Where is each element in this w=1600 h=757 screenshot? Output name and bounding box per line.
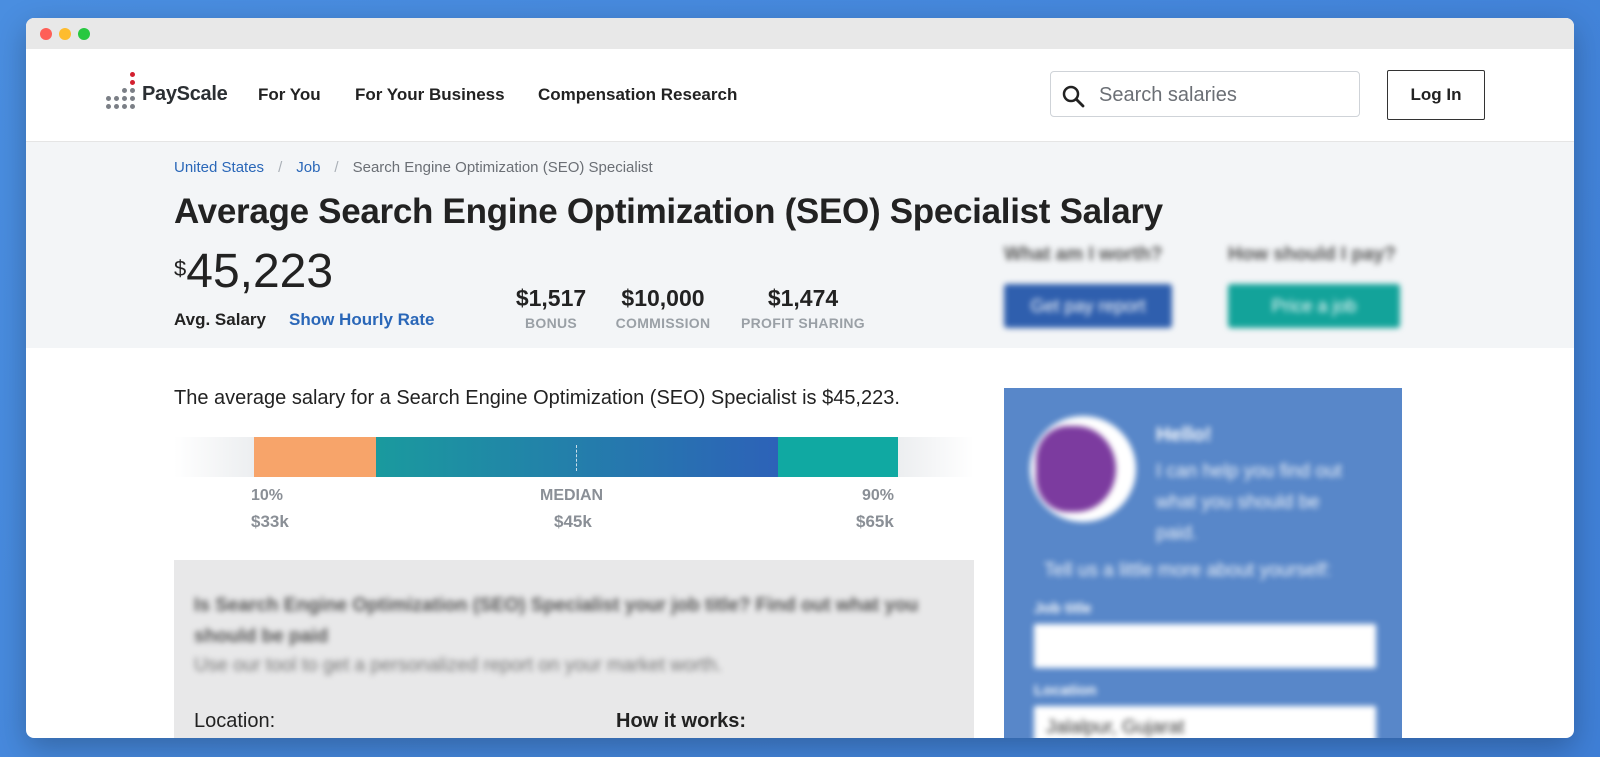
login-button[interactable]: Log In	[1387, 70, 1485, 120]
bar-segment-low	[254, 437, 376, 477]
location-field-label: Location	[1034, 682, 1097, 699]
show-hourly-rate-link[interactable]: Show Hourly Rate	[289, 310, 434, 330]
survey-subline: Use our tool to get a personalized repor…	[194, 655, 723, 676]
commission-value: $10,000	[621, 285, 705, 311]
price-a-job-button[interactable]: Price a job	[1228, 284, 1400, 328]
browser-window: PayScale For You For Your Business Compe…	[26, 18, 1574, 738]
salary-currency: $	[174, 256, 187, 281]
cta-panel-blurred: What am I worth? How should I pay? Get p…	[1004, 142, 1424, 348]
title-bar	[26, 18, 1574, 49]
profit-sharing-label: PROFIT SHARING	[741, 315, 865, 331]
breadcrumb-current: Search Engine Optimization (SEO) Special…	[352, 159, 653, 176]
median-value: $45k	[554, 512, 592, 531]
bonus-value: $1,517	[515, 285, 587, 311]
profit-sharing-value: $1,474	[767, 285, 839, 311]
commission-label: COMMISSION	[615, 315, 711, 331]
bar-fade-right	[898, 437, 974, 477]
assistant-avatar	[1030, 416, 1136, 522]
nav-compensation-research[interactable]: Compensation Research	[538, 85, 737, 105]
salary-amount: 45,223	[186, 245, 334, 298]
cta-question-worth: What am I worth?	[1004, 244, 1163, 265]
average-salary: $45,223	[174, 244, 333, 299]
search-input[interactable]	[1097, 72, 1351, 118]
assistant-card-blurred: Hello! I can help you find out what you …	[1004, 388, 1402, 738]
survey-card: Is Search Engine Optimization (SEO) Spec…	[174, 560, 974, 738]
p90-label: 90%	[862, 487, 895, 504]
commission-stat: $10,000 COMMISSION	[608, 285, 718, 331]
assistant-message: I can help you find out what you should …	[1156, 461, 1342, 544]
median-marker	[576, 445, 577, 471]
bar-fade-left	[174, 437, 254, 477]
breadcrumb-separator: /	[278, 159, 283, 176]
breadcrumb-separator: /	[334, 159, 339, 176]
breadcrumb-united-states[interactable]: United States	[174, 159, 264, 176]
breadcrumb: United States / Job / Search Engine Opti…	[174, 159, 653, 176]
salary-distribution-bar	[174, 437, 974, 477]
survey-headline: Is Search Engine Optimization (SEO) Spec…	[194, 595, 919, 647]
assistant-avatar-image	[1036, 426, 1116, 512]
nav-for-you[interactable]: For You	[258, 85, 321, 105]
assistant-card: Hello! I can help you find out what you …	[1004, 388, 1402, 738]
assistant-greeting: Hello!	[1156, 424, 1212, 446]
job-title-label: Job title	[1034, 600, 1092, 617]
nav-for-your-business[interactable]: For Your Business	[355, 85, 505, 105]
location-input[interactable]: Jalalpur, Gujarat	[1034, 706, 1376, 738]
salary-summary: The average salary for a Search Engine O…	[174, 387, 900, 409]
get-pay-report-button[interactable]: Get pay report	[1004, 284, 1172, 328]
p10-value: $33k	[251, 512, 289, 531]
assistant-prompt: Tell us a little more about yourself:	[1044, 560, 1332, 581]
search-box	[1050, 71, 1360, 118]
how-it-works-label: How it works:	[616, 710, 747, 732]
bonus-stat: $1,517 BONUS	[508, 285, 594, 331]
top-navigation: PayScale For You For Your Business Compe…	[26, 49, 1574, 142]
search-icon	[1062, 85, 1085, 108]
location-label: Location:	[194, 710, 276, 732]
bonus-label: BONUS	[524, 315, 578, 331]
avg-salary-label: Avg. Salary	[174, 310, 266, 329]
p10-label: 10%	[251, 487, 284, 504]
profit-sharing-stat: $1,474 PROFIT SHARING	[734, 285, 872, 331]
p90-value: $65k	[856, 512, 894, 531]
salary-hero: United States / Job / Search Engine Opti…	[26, 142, 1574, 348]
payscale-logo[interactable]: PayScale	[106, 70, 228, 112]
job-title-input[interactable]	[1034, 624, 1376, 668]
payscale-dots-icon	[106, 70, 138, 112]
bar-segment-middle	[376, 437, 778, 477]
minimize-window-button[interactable]	[59, 28, 71, 40]
close-window-button[interactable]	[40, 28, 52, 40]
maximize-window-button[interactable]	[78, 28, 90, 40]
brand-name: PayScale	[142, 83, 228, 105]
cta-question-pay: How should I pay?	[1228, 244, 1396, 265]
median-label: MEDIAN	[540, 487, 604, 504]
breadcrumb-job[interactable]: Job	[296, 159, 320, 176]
bar-segment-high	[778, 437, 898, 477]
